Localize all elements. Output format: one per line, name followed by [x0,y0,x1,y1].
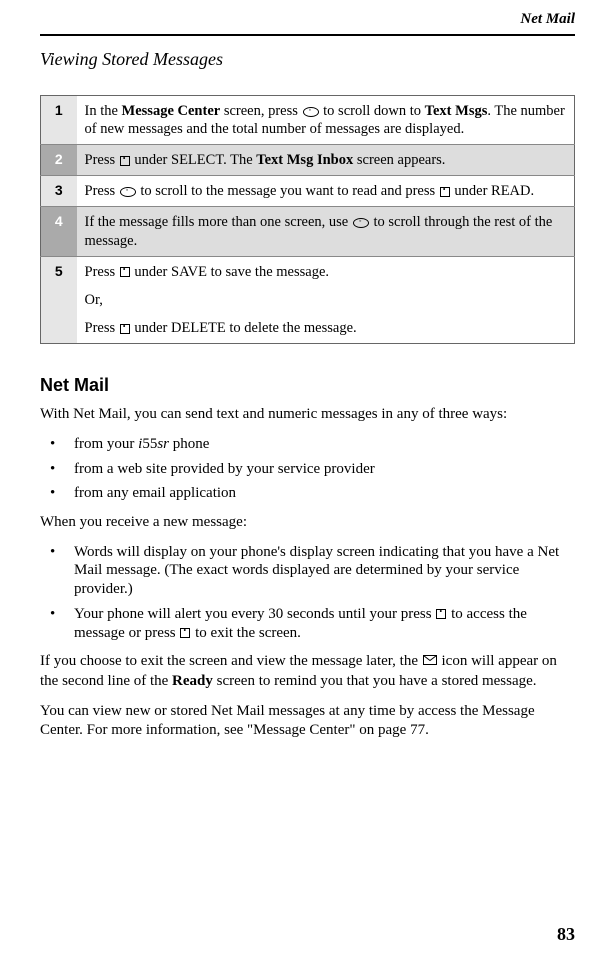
step-number: 1 [41,95,77,144]
view-paragraph: You can view new or stored Net Mail mess… [40,702,575,741]
step-text: Press to scroll to the message you want … [77,176,575,207]
key-icon [436,609,446,619]
scroll-icon [120,187,136,197]
receive-intro: When you receive a new message: [40,513,575,533]
list-item: from your i55sr phone [40,435,575,454]
step-row: 4 If the message fills more than one scr… [41,207,575,256]
page-number: 83 [557,923,575,946]
step-text: Press under SELECT. The Text Msg Inbox s… [77,145,575,176]
list-item: from a web site provided by your service… [40,460,575,479]
key-icon [180,628,190,638]
list-item: Words will display on your phone's displ… [40,543,575,599]
header-rule [40,34,575,36]
step-text: In the Message Center screen, press to s… [77,95,575,144]
step-number: 4 [41,207,77,256]
step-text: If the message fills more than one scree… [77,207,575,256]
key-icon [440,187,450,197]
step-number: 5 [41,256,77,343]
steps-table: 1 In the Message Center screen, press to… [40,95,575,344]
scroll-icon [303,107,319,117]
ways-list: from your i55sr phone from a web site pr… [40,435,575,503]
topic-heading: Net Mail [40,374,575,397]
step-row: 3 Press to scroll to the message you wan… [41,176,575,207]
list-item: from any email application [40,484,575,503]
step-number: 3 [41,176,77,207]
envelope-icon [423,652,437,672]
key-icon [120,267,130,277]
scroll-icon [353,218,369,228]
receive-list: Words will display on your phone's displ… [40,543,575,643]
section-heading: Viewing Stored Messages [40,48,575,71]
step-row: 2 Press under SELECT. The Text Msg Inbox… [41,145,575,176]
exit-paragraph: If you choose to exit the screen and vie… [40,652,575,691]
step-row: 5 Press under SAVE to save the message. … [41,256,575,343]
running-header: Net Mail [40,10,575,30]
list-item: Your phone will alert you every 30 secon… [40,605,575,643]
key-icon [120,156,130,166]
intro-paragraph: With Net Mail, you can send text and num… [40,405,575,425]
step-row: 1 In the Message Center screen, press to… [41,95,575,144]
key-icon [120,324,130,334]
step-text: Press under SAVE to save the message. Or… [77,256,575,343]
step-number: 2 [41,145,77,176]
